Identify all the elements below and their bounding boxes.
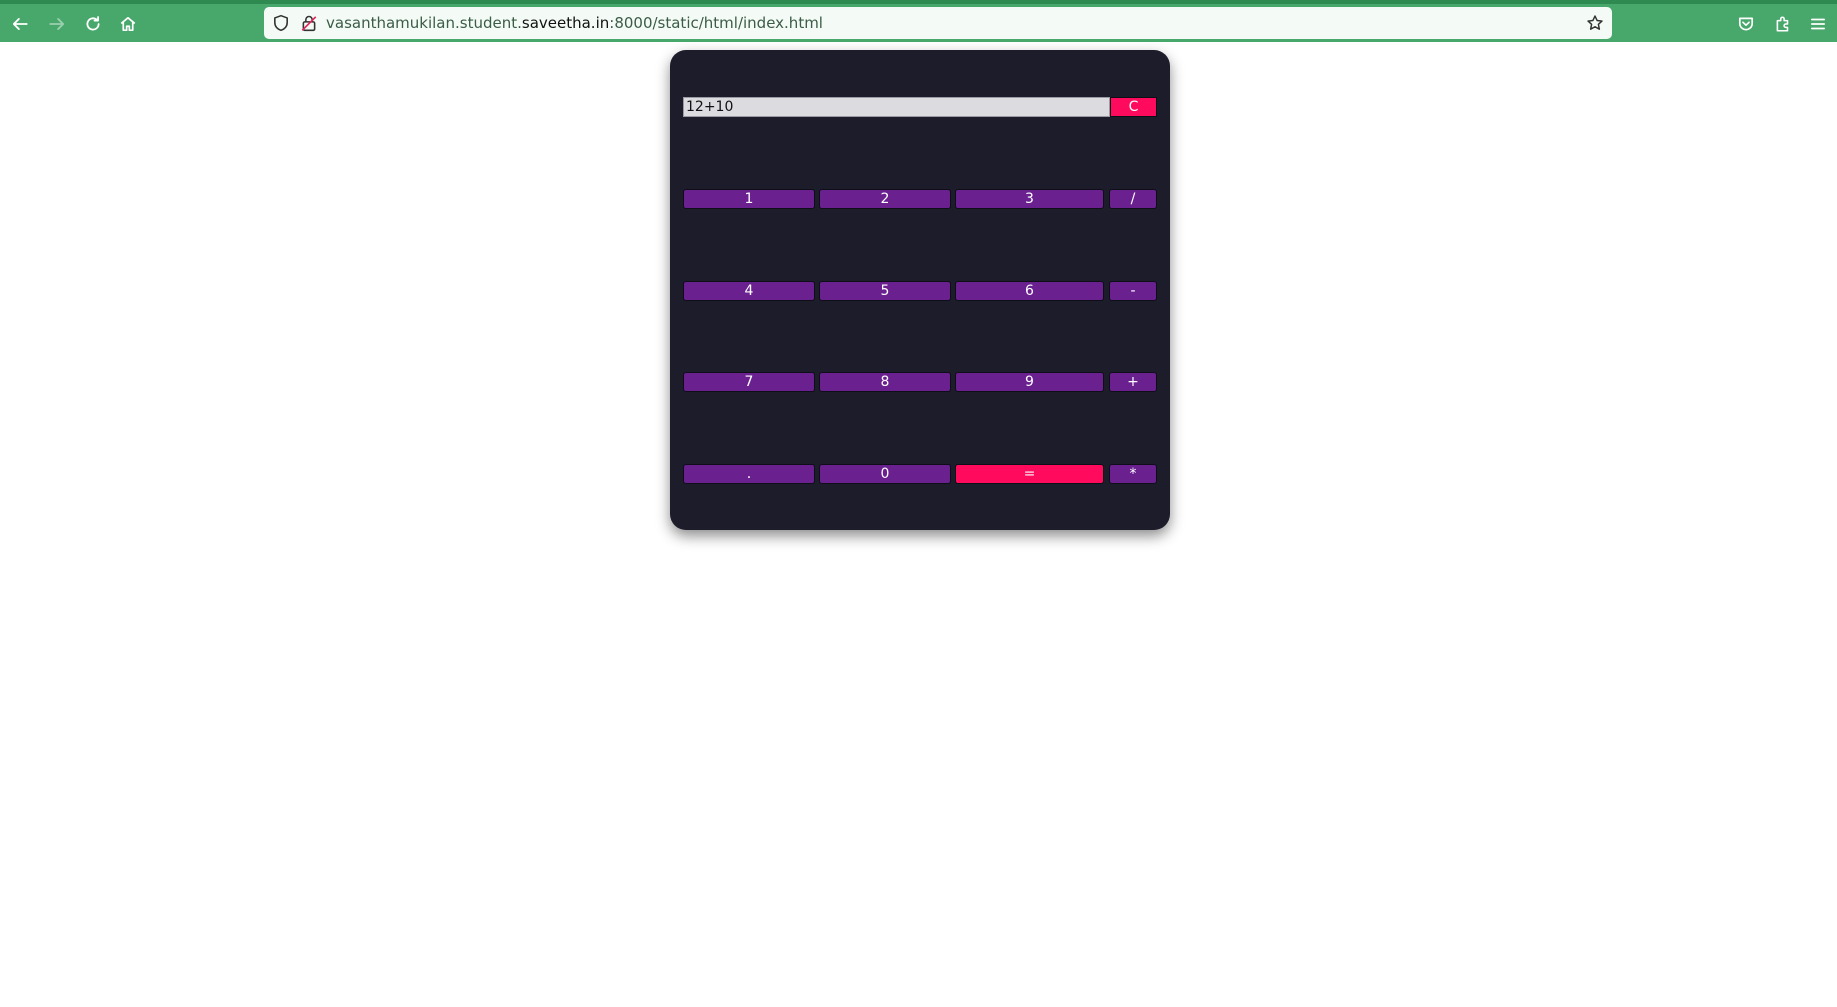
- puzzle-icon: [1776, 16, 1789, 32]
- key-5-button[interactable]: 5: [819, 281, 951, 301]
- hamburger-menu-icon: [1810, 18, 1826, 30]
- insecure-lock-icon[interactable]: [300, 14, 318, 32]
- forward-arrow-icon: [49, 18, 65, 30]
- multiply-button[interactable]: *: [1109, 464, 1157, 484]
- pocket-icon: [1738, 17, 1754, 31]
- menu-button[interactable]: [1804, 10, 1832, 38]
- key-3-button[interactable]: 3: [955, 189, 1104, 209]
- decimal-point-button[interactable]: .: [683, 464, 815, 484]
- reload-icon: [86, 16, 100, 31]
- home-button[interactable]: [114, 10, 142, 38]
- forward-button[interactable]: [43, 10, 71, 38]
- key-7-button[interactable]: 7: [683, 372, 815, 392]
- calculator-display[interactable]: [683, 97, 1110, 117]
- key-1-button[interactable]: 1: [683, 189, 815, 209]
- plus-button[interactable]: +: [1109, 372, 1157, 392]
- key-6-button[interactable]: 6: [955, 281, 1104, 301]
- home-icon: [120, 16, 136, 32]
- url-text[interactable]: vasanthamukilan.student.saveetha.in:8000…: [326, 7, 823, 39]
- back-button[interactable]: [6, 10, 34, 38]
- key-8-button[interactable]: 8: [819, 372, 951, 392]
- url-host: saveetha.in: [521, 14, 610, 32]
- calculator-panel: C 1 2 3 / 4 5 6 - 7 8 9 + . 0 = *: [670, 50, 1170, 530]
- minus-button[interactable]: -: [1109, 281, 1157, 301]
- key-9-button[interactable]: 9: [955, 372, 1104, 392]
- clear-button[interactable]: C: [1110, 97, 1157, 117]
- key-2-button[interactable]: 2: [819, 189, 951, 209]
- equals-button[interactable]: =: [955, 464, 1104, 484]
- key-0-button[interactable]: 0: [819, 464, 951, 484]
- pocket-button[interactable]: [1732, 10, 1760, 38]
- extensions-button[interactable]: [1769, 10, 1797, 38]
- url-suffix: :8000/static/html/index.html: [609, 14, 823, 32]
- bookmark-star-icon[interactable]: [1586, 14, 1604, 32]
- address-bar[interactable]: vasanthamukilan.student.saveetha.in:8000…: [264, 7, 1612, 39]
- key-4-button[interactable]: 4: [683, 281, 815, 301]
- shield-icon[interactable]: [272, 14, 290, 32]
- divide-button[interactable]: /: [1109, 189, 1157, 209]
- reload-button[interactable]: [79, 10, 107, 38]
- browser-toolbar: vasanthamukilan.student.saveetha.in:8000…: [0, 0, 1837, 42]
- url-prefix: vasanthamukilan.student.: [326, 14, 522, 32]
- back-arrow-icon: [12, 18, 28, 30]
